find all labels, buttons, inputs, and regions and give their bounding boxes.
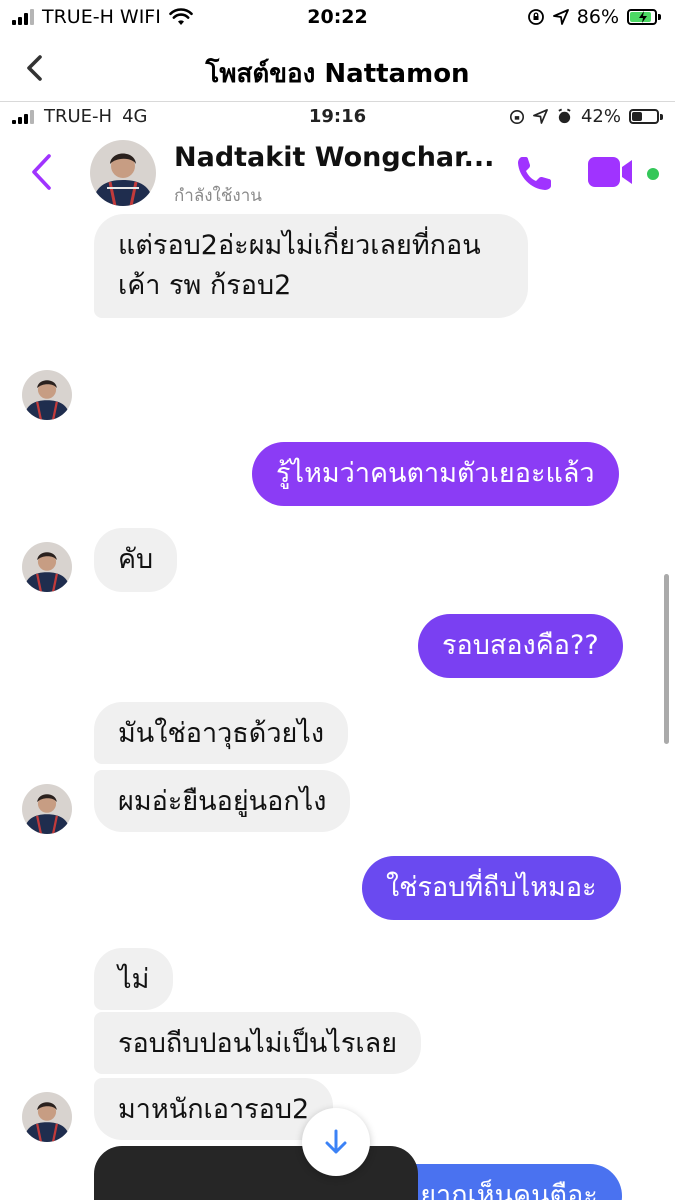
page-title: โพสต์ของ Nattamon xyxy=(205,59,470,89)
message-text: เค้า รพ ก้รอบ2 xyxy=(118,270,292,301)
message-bubble-outgoing[interactable]: ใช่รอบที่ถีบไหมอะ xyxy=(362,856,621,920)
active-status: กำลังใช้งาน xyxy=(174,186,262,206)
message-bubble-incoming[interactable]: ไม่ xyxy=(94,948,174,1010)
nav-bar: โพสต์ของ Nattamon xyxy=(0,36,675,102)
media-message-card[interactable] xyxy=(94,1146,418,1200)
arrow-down-icon xyxy=(325,1129,347,1154)
sender-avatar[interactable] xyxy=(22,1092,72,1142)
messenger-screenshot: TRUE-H 4G 19:16 42% Nadtakit Wongchar...… xyxy=(0,104,675,1200)
message-text: แต่รอบ2อ่ะผมไม่เกี่ยวเลยที่กอน xyxy=(118,230,481,261)
scroll-to-bottom-button[interactable] xyxy=(302,1108,370,1176)
status-bar-right: 86% xyxy=(527,6,661,28)
location-icon xyxy=(533,109,548,124)
status-bar: TRUE-H WIFI 20:22 86% xyxy=(0,0,675,36)
online-indicator xyxy=(645,166,661,182)
message-bubble-outgoing[interactable]: รอบสองคือ?? xyxy=(418,614,623,678)
message-bubble-incoming[interactable]: ผมอ่ะยืนอยู่นอกไง xyxy=(94,770,351,832)
battery-icon xyxy=(629,109,663,124)
lock-rotation-icon xyxy=(527,9,544,25)
video-call-icon[interactable] xyxy=(586,154,638,190)
alarm-icon xyxy=(558,108,571,124)
message-bubble-outgoing[interactable]: รู้ไหมว่าคนตามตัวเยอะแล้ว xyxy=(252,442,619,506)
message-bubble-incoming[interactable]: มาหนักเอารอบ2 xyxy=(94,1078,334,1140)
back-chevron-icon[interactable] xyxy=(22,150,62,194)
chat-header: Nadtakit Wongchar... กำลังใช้งาน xyxy=(0,132,675,214)
battery-percent: 86% xyxy=(576,6,619,28)
message-bubble-incoming[interactable]: คับ xyxy=(94,528,178,592)
battery-charging-icon xyxy=(627,9,661,25)
location-icon xyxy=(552,9,569,25)
message-bubble-incoming[interactable]: มันใช่อาวุธด้วยไง xyxy=(94,702,349,764)
inner-battery-fill xyxy=(632,112,643,121)
inner-status-bar: TRUE-H 4G 19:16 42% xyxy=(0,104,675,130)
message-bubble-incoming[interactable]: แต่รอบ2อ่ะผมไม่เกี่ยวเลยที่กอน เค้า รพ ก… xyxy=(94,214,528,318)
phone-call-icon[interactable] xyxy=(512,152,556,196)
sender-avatar[interactable] xyxy=(22,370,72,420)
sender-avatar[interactable] xyxy=(22,542,72,592)
lock-rotation-icon xyxy=(509,109,525,124)
scrollbar[interactable] xyxy=(664,574,669,744)
message-bubble-incoming[interactable]: รอบถีบปอนไม่เป็นไรเลย xyxy=(94,1012,422,1074)
inner-battery-percent: 42% xyxy=(580,106,621,127)
contact-name: Nadtakit Wongchar... xyxy=(174,142,495,173)
message-list[interactable]: แต่รอบ2อ่ะผมไม่เกี่ยวเลยที่กอน เค้า รพ ก… xyxy=(0,214,675,1200)
sender-avatar[interactable] xyxy=(22,784,72,834)
contact-avatar[interactable] xyxy=(90,140,156,206)
